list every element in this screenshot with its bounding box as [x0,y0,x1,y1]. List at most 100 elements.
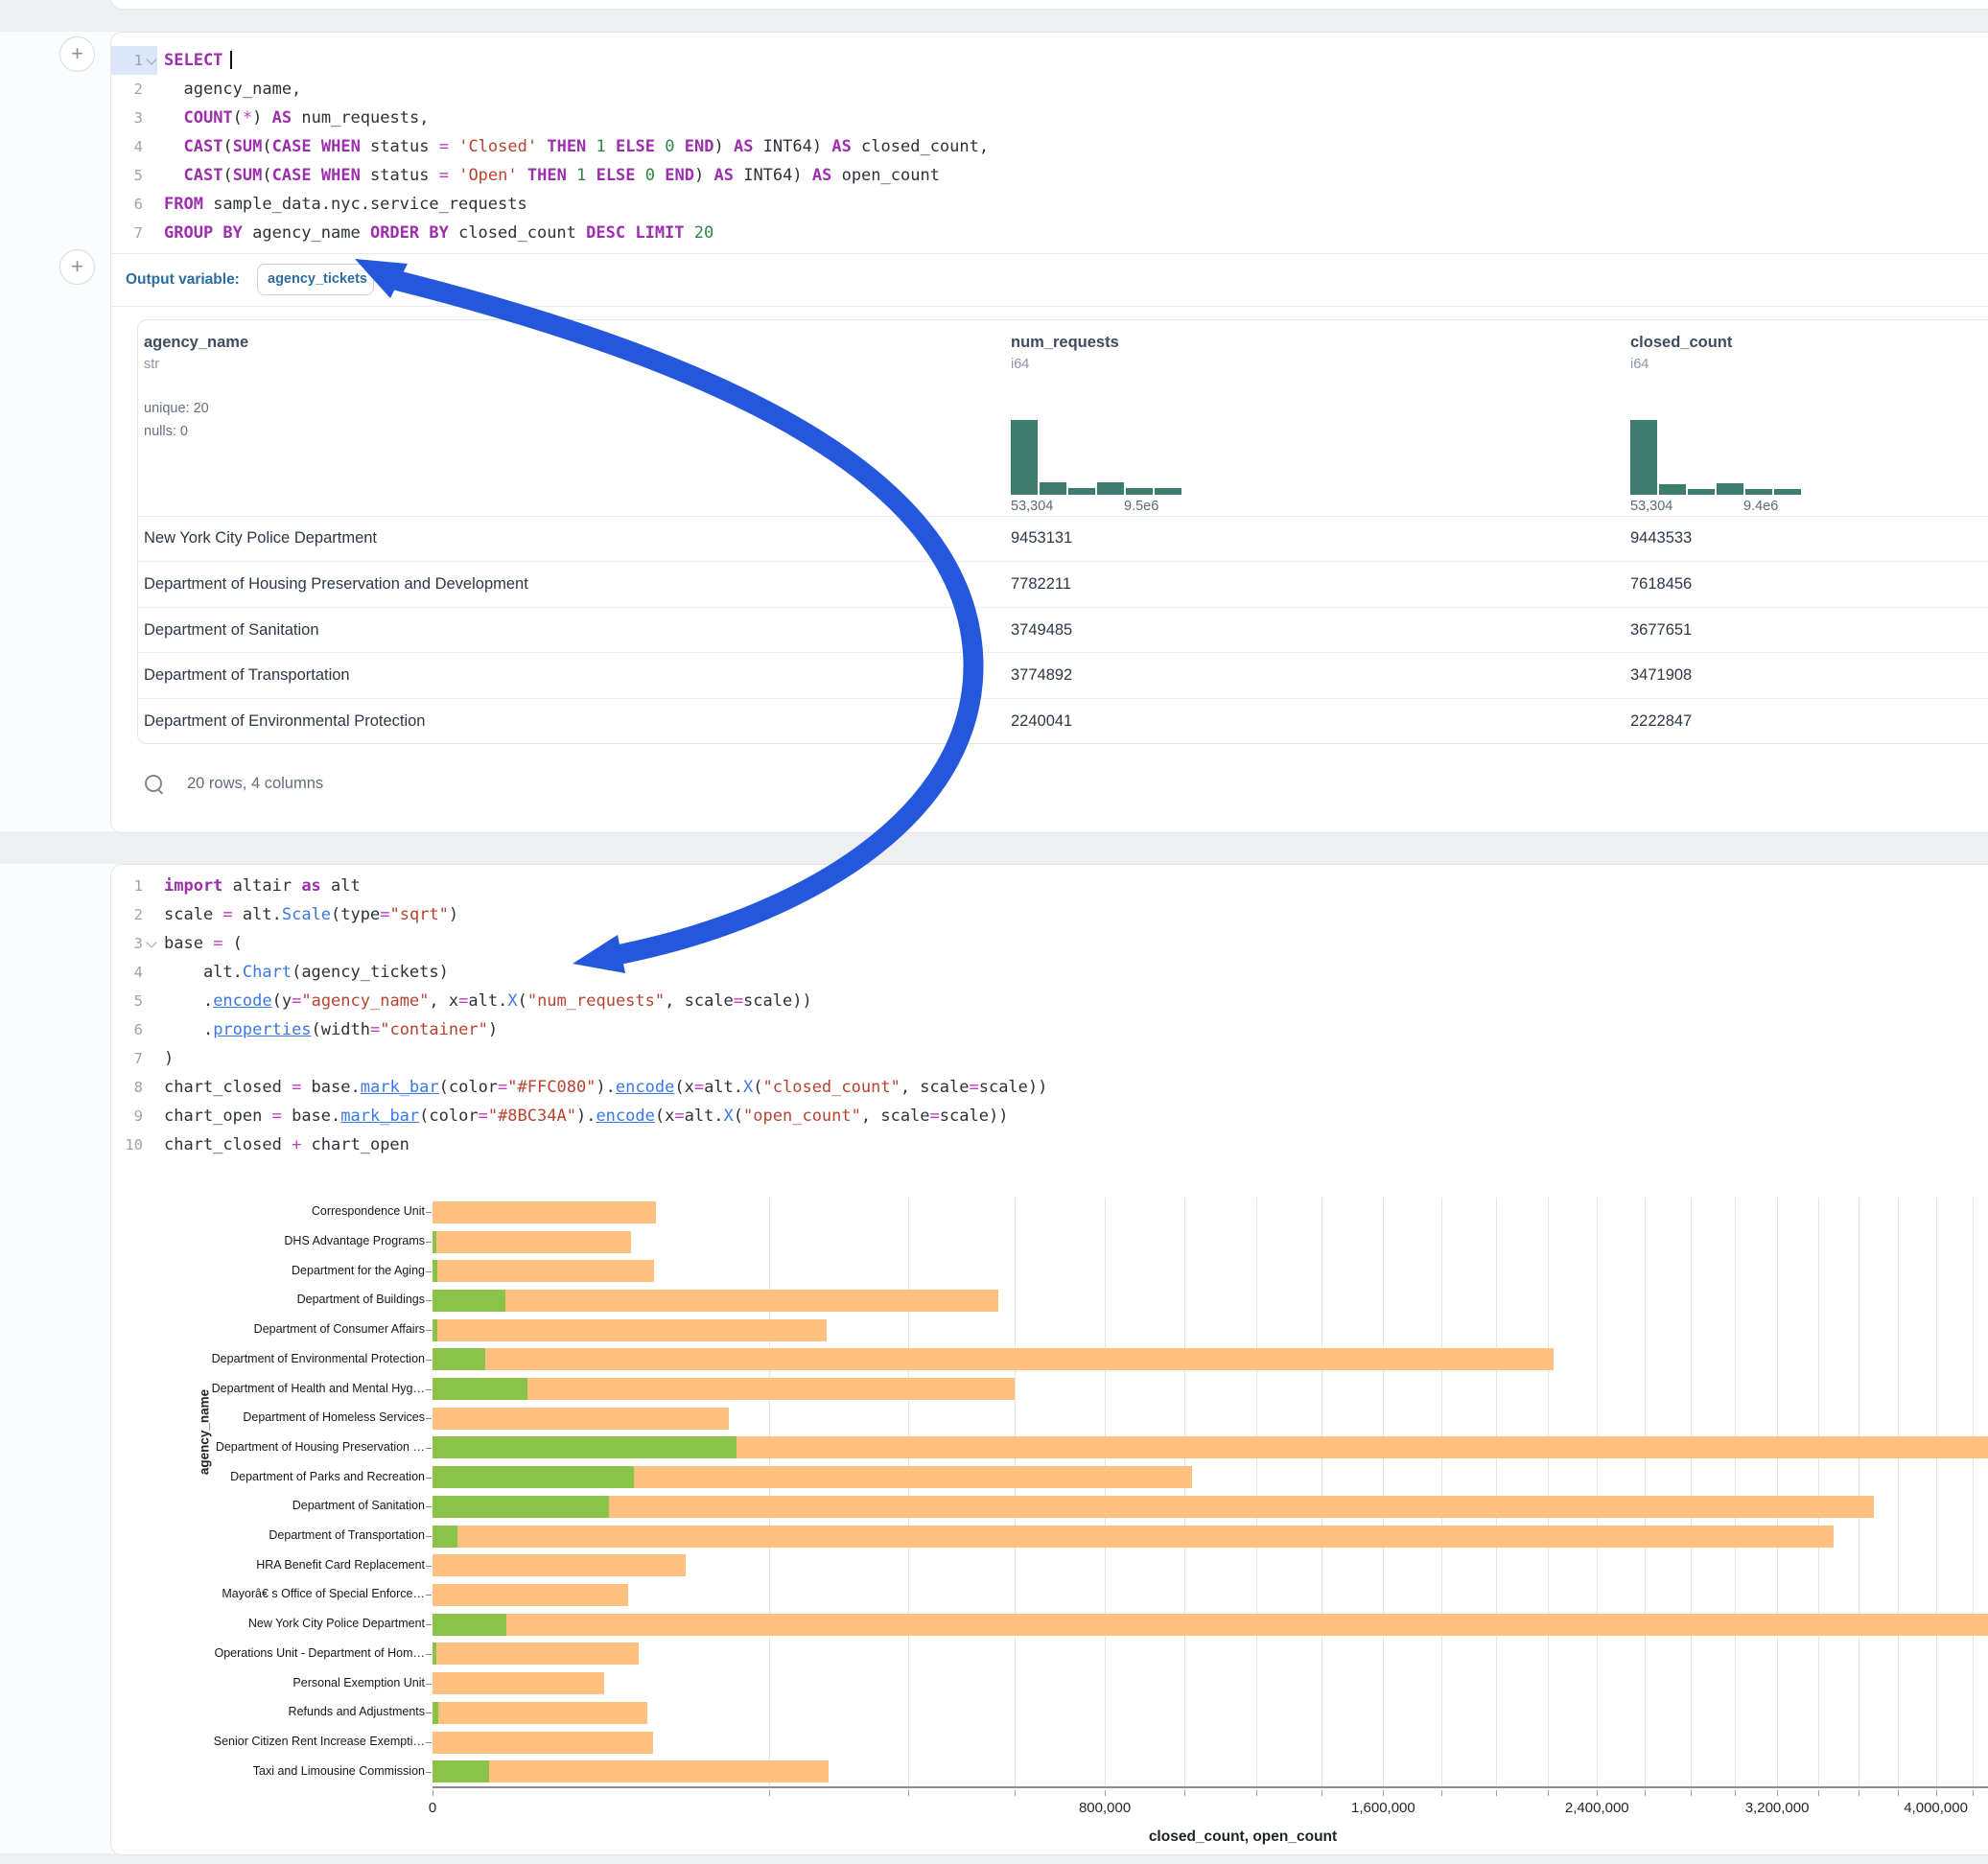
y-axis-label: Personal Exemption Unit [102,1676,425,1689]
code-token [518,166,527,185]
code-token: 1 [596,137,606,156]
histogram-max-label: 9.4e6 [1743,499,1778,514]
search-icon[interactable] [145,775,162,792]
closed-count-bar [433,1201,656,1223]
x-axis-tick [1441,1790,1442,1796]
code-token: agency_name [243,223,370,243]
x-axis-tick [908,1790,909,1796]
code-token: = [439,166,449,185]
table-cell: 3677651 [1630,608,1692,653]
y-axis-tick [426,1684,432,1685]
code-token: (x [674,1078,693,1097]
output-variable-label: Output variable: [126,254,240,306]
code-token: CAST [183,166,222,185]
table-row[interactable]: New York City Police Department945313194… [138,516,1988,561]
table-row[interactable]: Department of Environmental Protection 22… [138,698,1988,744]
code-token: open_count [831,166,940,185]
code-token: AS [812,166,831,185]
code-token: chart_open [164,1107,272,1126]
add-cell-button[interactable]: + [59,249,95,285]
code-token: ( [753,1078,762,1097]
x-axis-tick [769,1790,770,1796]
code-token: scale [164,905,222,924]
code-token: END [665,166,694,185]
table-row[interactable]: Department of Transportation377489234719… [138,652,1988,698]
y-axis-tick [426,1212,432,1213]
code-token: WHEN [321,166,361,185]
histogram-bar [1745,489,1772,495]
code-token: ORDER BY [370,223,449,243]
line-number: 5 [111,161,143,190]
code-token: agency_name, [164,80,301,99]
code-line: chart_open = base.mark_bar(color="#8BC34… [164,1102,1008,1130]
x-axis-tick [1256,1790,1257,1796]
code-line: .properties(width="container") [164,1015,498,1044]
notebook-page: + + 1SELECT2 agency_name,3 COUNT(*) AS n… [0,0,1988,1864]
code-token: (color [439,1078,498,1097]
code-token: , scale [900,1078,970,1097]
gridline [1597,1198,1598,1786]
column-header[interactable]: agency_name [144,334,248,352]
y-axis-tick [426,1242,432,1243]
code-token: ( [222,934,242,953]
y-axis-tick [426,1772,432,1773]
code-token: X [743,1078,753,1097]
table-cell: 7782211 [1011,562,1071,607]
histogram-max-label: 9.5e6 [1124,499,1158,514]
code-token: import [164,876,222,896]
table-row[interactable]: Department of Sanitation37494853677651 [138,607,1988,653]
histogram-bar [1040,482,1066,495]
open-count-bar [433,1496,609,1518]
table-cell: Department of Environmental Protection [144,699,425,744]
code-line: alt.Chart(agency_tickets) [164,958,449,987]
line-number: 2 [111,900,143,929]
code-token: DESC [586,223,625,243]
column-header[interactable]: closed_count [1630,334,1732,352]
code-token: status [361,137,439,156]
add-cell-button[interactable]: + [59,36,95,72]
histogram-bar [1659,484,1686,495]
line-number: 3 [111,929,143,958]
y-axis-tick [426,1271,432,1272]
code-token [449,137,458,156]
table-cell: 3749485 [1011,608,1072,653]
output-variable-pill[interactable]: agency_tickets [257,264,374,295]
column-type: str [144,357,159,372]
gridline [1256,1198,1257,1786]
table-cell: 3774892 [1011,653,1072,698]
column-stat: unique: 20 [144,401,209,416]
histogram-bar [1774,489,1801,495]
histogram-bar [1126,488,1153,495]
code-token: alt [321,876,361,896]
table-cell: 2222847 [1630,699,1692,744]
code-token: CASE [272,166,312,185]
gridline [908,1198,909,1786]
open-count-bar [433,1290,505,1312]
y-axis-label: New York City Police Department [102,1617,425,1630]
column-header[interactable]: num_requests [1011,334,1119,352]
code-token: ( [222,166,232,185]
code-line: .encode(y="agency_name", x=alt.X("num_re… [164,987,812,1015]
code-token: ( [262,166,271,185]
closed-count-bar [433,1672,604,1694]
table-cell: 3471908 [1630,653,1692,698]
code-token: X [724,1107,734,1126]
code-token: 0 [645,166,655,185]
code-token [567,166,576,185]
y-axis-label: HRA Benefit Card Replacement [102,1558,425,1572]
table-row[interactable]: Department of Housing Preservation and D… [138,561,1988,607]
x-axis-tick-label: 0 [365,1800,500,1816]
y-axis-label: Department of Buildings [102,1293,425,1306]
y-axis-label: Department of Housing Preservation … [102,1440,425,1454]
gridline [1496,1198,1497,1786]
code-token: 'Open' [458,166,517,185]
code-token: "agency_name" [301,991,429,1011]
y-axis-tick [426,1536,432,1537]
histogram-bar [1717,483,1743,495]
y-axis-label: DHS Advantage Programs [102,1234,425,1247]
x-axis-tick-label: 4,000,000 [1869,1800,1988,1816]
chevron-down-icon[interactable] [146,937,156,947]
closed-count-bar [433,1554,686,1576]
code-token: chart_closed [164,1135,292,1154]
code-token: ) [713,137,733,156]
